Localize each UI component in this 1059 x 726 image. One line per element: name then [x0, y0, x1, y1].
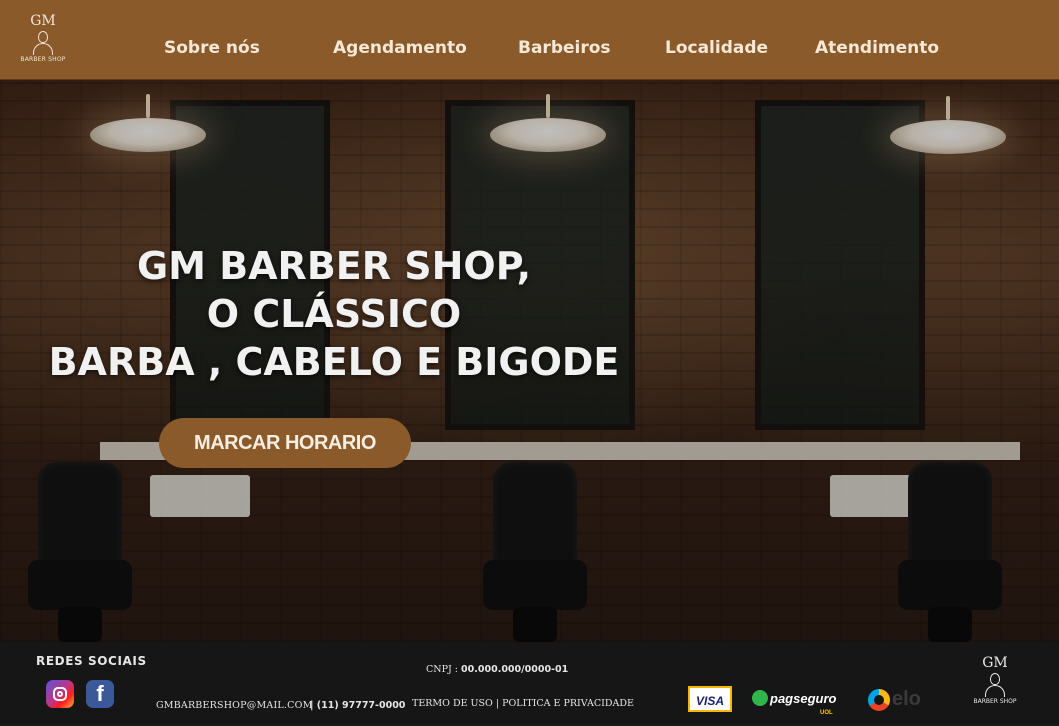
footer-logo-subtitle: BARBER SHOP: [973, 698, 1017, 705]
social-title: REDES SOCIAIS: [36, 654, 147, 668]
book-appointment-button[interactable]: MARCAR HORARIO: [159, 418, 411, 468]
pagseguro-logo: pagseguro UOL: [752, 686, 842, 716]
pagseguro-uol: UOL: [820, 710, 833, 716]
elo-icon: [868, 688, 890, 711]
phone-number: | (11) 97777-0000: [310, 700, 406, 711]
nav-item-agendamento[interactable]: Agendamento: [333, 38, 467, 58]
nav-item-sobre-nos[interactable]: Sobre nós: [164, 38, 260, 58]
cnpj-label: CNPJ :: [426, 664, 459, 675]
pagseguro-icon: [752, 690, 768, 706]
footer-logo-monogram: GM: [982, 655, 1008, 671]
visa-logo: VISA: [688, 686, 732, 712]
instagram-icon[interactable]: [46, 680, 74, 708]
footer-logo[interactable]: GM BARBER SHOP: [968, 656, 1022, 705]
terms-link[interactable]: TERMO DE USO | POLITICA E PRIVACIDADE: [412, 698, 634, 709]
main-nav: Sobre nós Agendamento Barbeiros Localida…: [0, 0, 1059, 80]
nav-item-localidade[interactable]: Localidade: [665, 38, 768, 58]
nav-item-atendimento[interactable]: Atendimento: [815, 38, 939, 58]
barber-avatar-icon: [984, 673, 1006, 697]
hero-title-line-3: BARBA , CABELO E BIGODE: [48, 340, 620, 384]
facebook-icon[interactable]: f: [86, 680, 114, 708]
footer: REDES SOCIAIS f GMBARBERSHOP@MAIL.COM | …: [0, 642, 1059, 724]
elo-logo: elo: [868, 686, 930, 712]
terms-links: TERMO DE USO | POLITICA E PRIVACIDADE: [412, 698, 634, 709]
email-link[interactable]: GMBARBERSHOP@MAIL.COM: [156, 700, 313, 711]
top-header: GM BARBER SHOP Sobre nós Agendamento Bar…: [0, 0, 1059, 80]
hero-title-line-2: O CLÁSSICO: [206, 292, 462, 336]
cnpj-value: 00.000.000/0000-01: [461, 664, 569, 675]
hero-title: GM BARBER SHOP, O CLÁSSICO BARBA , CABEL…: [34, 242, 634, 386]
nav-item-barbeiros[interactable]: Barbeiros: [518, 38, 611, 58]
hero-title-line-1: GM BARBER SHOP,: [136, 244, 532, 288]
elo-text: elo: [892, 688, 921, 710]
cnpj: CNPJ : 00.000.000/0000-01: [426, 664, 568, 675]
